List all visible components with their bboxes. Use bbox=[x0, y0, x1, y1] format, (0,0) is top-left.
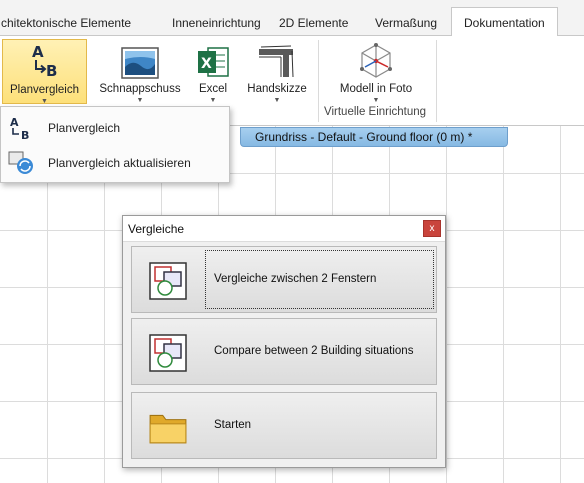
modell-in-foto-label: Modell in Foto bbox=[339, 83, 413, 95]
compare-windows-button[interactable]: Vergleiche zwischen 2 Fenstern bbox=[131, 246, 437, 313]
compare-building-situations-button[interactable]: Compare between 2 Building situations bbox=[131, 318, 437, 385]
model-in-photo-icon bbox=[360, 43, 392, 78]
hand-sketch-icon bbox=[259, 45, 294, 78]
compare-building-situations-label: Compare between 2 Building situations bbox=[214, 345, 414, 357]
compare-windows-label: Vergleiche zwischen 2 Fenstern bbox=[214, 273, 377, 285]
svg-text:A: A bbox=[32, 43, 44, 61]
vergleiche-dialog: Vergleiche x Vergleiche zwischen 2 Fenst… bbox=[122, 215, 446, 468]
ribbon-group-divider bbox=[318, 40, 319, 122]
excel-button[interactable]: X Excel ▼ bbox=[190, 39, 236, 104]
snapshot-icon bbox=[121, 47, 159, 79]
tab-dokumentation[interactable]: Dokumentation bbox=[451, 7, 558, 37]
compare-windows-icon bbox=[149, 262, 187, 300]
menu-item-planvergleich[interactable]: A B Planvergleich bbox=[1, 110, 229, 146]
menu-item-label: Planvergleich aktualisieren bbox=[48, 156, 191, 170]
planvergleich-icon: A B bbox=[10, 116, 29, 141]
compare-windows-icon bbox=[149, 334, 187, 372]
menu-item-label: Planvergleich bbox=[48, 121, 121, 135]
ribbon-tab-bar: chitektonische Elemente Inneneinrichtung… bbox=[0, 0, 584, 37]
starten-label: Starten bbox=[214, 419, 252, 431]
planvergleich-dropdown-menu: A B Planvergleich Planvergleich aktualis… bbox=[0, 106, 230, 183]
tab-2d-elemente[interactable]: 2D Elemente bbox=[275, 9, 352, 37]
tab-vermassung[interactable]: Vermaßung bbox=[371, 9, 441, 37]
chevron-down-icon: ▼ bbox=[372, 97, 380, 104]
planvergleich-icon: A B bbox=[32, 43, 57, 80]
planvergleich-button[interactable]: A B Planvergleich ▼ bbox=[2, 39, 87, 105]
dialog-title-bar: Vergleiche x bbox=[123, 216, 445, 242]
starten-button[interactable]: Starten bbox=[131, 392, 437, 459]
ribbon-group-divider bbox=[436, 40, 437, 122]
tab-inneneinrichtung[interactable]: Inneneinrichtung bbox=[168, 9, 265, 37]
document-tab-grundriss[interactable]: Grundriss - Default - Ground floor (0 m)… bbox=[240, 127, 508, 147]
menu-item-planvergleich-aktualisieren[interactable]: Planvergleich aktualisieren bbox=[1, 145, 229, 181]
group-label-virtuelle-einrichtung: Virtuelle Einrichtung bbox=[324, 106, 427, 118]
excel-icon: X bbox=[198, 47, 229, 77]
handskizze-button[interactable]: Handskizze ▼ bbox=[244, 39, 310, 104]
svg-text:A: A bbox=[10, 116, 19, 129]
schnappschuss-button[interactable]: Schnappschuss ▼ bbox=[97, 39, 183, 104]
tab-architektonische-elemente[interactable]: chitektonische Elemente bbox=[0, 9, 135, 37]
dialog-title: Vergleiche bbox=[128, 222, 185, 236]
chevron-down-icon: ▼ bbox=[41, 98, 48, 105]
chevron-down-icon: ▼ bbox=[273, 97, 281, 104]
modell-in-foto-button[interactable]: Modell in Foto ▼ bbox=[330, 39, 422, 104]
planvergleich-label: Planvergleich bbox=[9, 84, 80, 96]
folder-icon bbox=[149, 414, 187, 444]
svg-text:X: X bbox=[201, 56, 212, 72]
close-icon[interactable]: x bbox=[423, 220, 441, 237]
chevron-down-icon: ▼ bbox=[209, 97, 217, 104]
refresh-compare-icon bbox=[8, 151, 33, 174]
schnappschuss-label: Schnappschuss bbox=[99, 83, 181, 95]
svg-text:B: B bbox=[21, 129, 29, 141]
excel-label: Excel bbox=[198, 83, 228, 95]
chevron-down-icon: ▼ bbox=[136, 97, 144, 104]
handskizze-label: Handskizze bbox=[247, 83, 307, 95]
svg-text:B: B bbox=[46, 62, 57, 80]
